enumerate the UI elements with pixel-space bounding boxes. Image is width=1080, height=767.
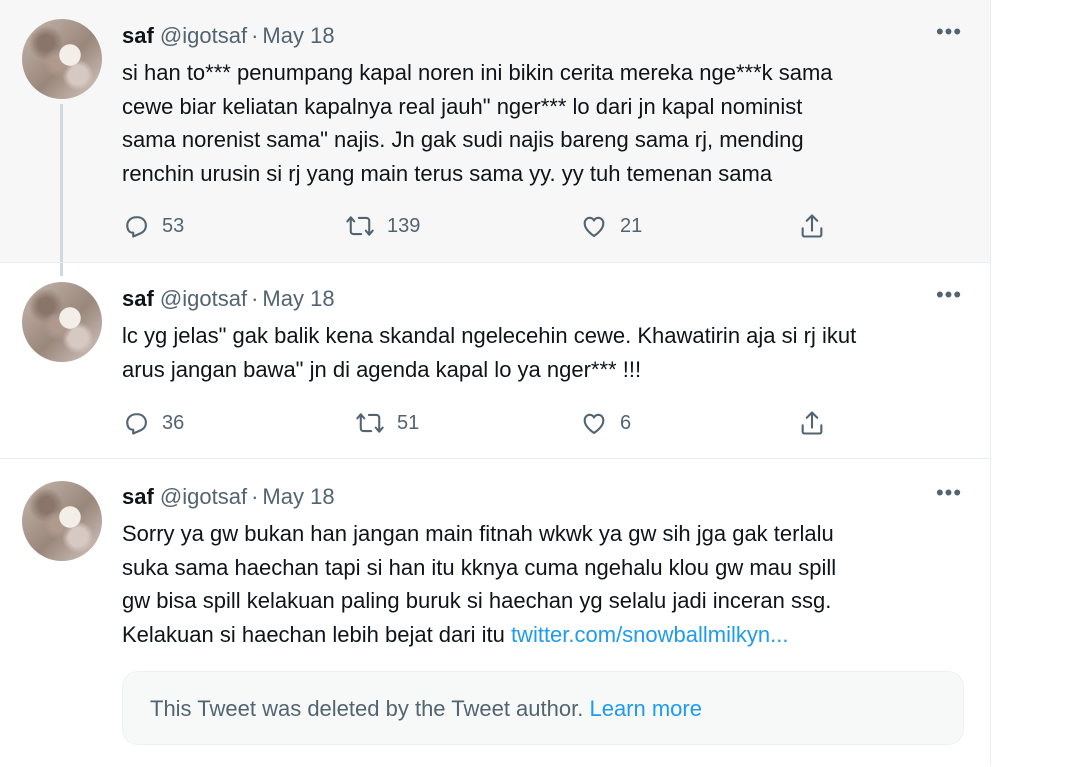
separator: · bbox=[251, 286, 259, 311]
display-name[interactable]: saf bbox=[122, 286, 154, 311]
like-icon bbox=[583, 413, 605, 434]
separator: · bbox=[251, 484, 259, 509]
tweet-text-last-line: Kelakuan si haechan lebih bejat dari itu bbox=[122, 621, 511, 647]
separator: · bbox=[251, 23, 259, 48]
retweet-count: 51 bbox=[397, 411, 420, 434]
deleted-quote-tweet-notice: This Tweet was deleted by the Tweet auth… bbox=[122, 671, 964, 745]
share-icon bbox=[801, 214, 823, 238]
tweet-link[interactable]: twitter.com/snowballmilkyn... bbox=[511, 622, 789, 647]
tweet-text-line: lc yg jelas" gak balik kena skandal ngel… bbox=[122, 323, 857, 348]
tweet-header: saf @igotsaf · May 18 bbox=[122, 285, 335, 313]
tweet-text: Sorry ya gw bukan han jangan main fitnah… bbox=[122, 517, 972, 651]
more-icon[interactable]: ••• bbox=[930, 482, 968, 511]
tweet-text: si han to*** penumpang kapal noren ini b… bbox=[122, 56, 972, 190]
tweet-text: lc yg jelas" gak balik kena skandal ngel… bbox=[122, 319, 972, 386]
display-name[interactable]: saf bbox=[122, 23, 154, 48]
tweet-text-line: sama norenist sama" najis. Jn gak sudi n… bbox=[122, 127, 804, 152]
share-icon bbox=[801, 411, 823, 435]
tweet-header: saf @igotsaf · May 18 bbox=[122, 22, 335, 50]
user-handle[interactable]: @igotsaf bbox=[160, 23, 247, 48]
feed-border bbox=[990, 0, 991, 766]
retweet-count: 139 bbox=[387, 214, 421, 237]
retweet-icon bbox=[356, 413, 384, 433]
tweet-header: saf @igotsaf · May 18 bbox=[122, 483, 335, 511]
reply-icon bbox=[126, 413, 147, 435]
tweet-date[interactable]: May 18 bbox=[262, 484, 334, 509]
tweet-text-line: cewe biar keliatan kapalnya real jauh" n… bbox=[122, 93, 803, 119]
tweet[interactable]: saf @igotsaf · May 18 ••• si han to*** pen… bbox=[0, 0, 990, 262]
reply-icon bbox=[126, 216, 147, 238]
tweet-text-line: arus jangan bawa" jn di agenda kapal lo … bbox=[122, 356, 642, 382]
display-name[interactable]: saf bbox=[122, 484, 154, 509]
more-icon[interactable]: ••• bbox=[930, 21, 968, 50]
tweet[interactable]: saf @igotsaf · May 18 ••• lc yg jelas" gak… bbox=[0, 262, 990, 459]
tweet-text-line: Sorry ya gw bukan han jangan main fitnah… bbox=[122, 521, 834, 546]
user-handle[interactable]: @igotsaf bbox=[160, 286, 247, 311]
like-icon bbox=[583, 216, 605, 237]
retweet-button[interactable]: 139 bbox=[345, 210, 420, 242]
deleted-notice-text: This Tweet was deleted by the Tweet auth… bbox=[150, 696, 584, 721]
like-button[interactable]: 6 bbox=[580, 407, 631, 439]
reply-button[interactable]: 36 bbox=[122, 407, 184, 439]
user-handle[interactable]: @igotsaf bbox=[160, 484, 247, 509]
tweet-text-line: gw bisa spill kelakuan paling buruk si h… bbox=[122, 588, 832, 613]
share-button[interactable] bbox=[798, 210, 826, 242]
tweet[interactable]: saf @igotsaf · May 18 ••• Sorry ya gw buka… bbox=[0, 458, 990, 767]
share-button[interactable] bbox=[798, 407, 826, 439]
like-count: 21 bbox=[620, 214, 643, 237]
tweet-actions: 36 51 6 bbox=[122, 407, 972, 439]
tweet-date[interactable]: May 18 bbox=[262, 286, 334, 311]
tweet-feed: saf @igotsaf · May 18 ••• si han to*** pen… bbox=[0, 0, 992, 766]
tweet-text-line: suka sama haechan tapi si han itu kknya … bbox=[122, 554, 837, 580]
tweet-text-line: si han to*** penumpang kapal noren ini b… bbox=[122, 60, 833, 85]
more-icon[interactable]: ••• bbox=[930, 284, 968, 313]
avatar[interactable] bbox=[22, 19, 102, 99]
thread-connector-line bbox=[60, 104, 63, 276]
tweet-date[interactable]: May 18 bbox=[262, 23, 334, 48]
tweet-text-line: Kelakuan si haechan lebih bejat dari itu… bbox=[122, 618, 972, 652]
reply-count: 36 bbox=[162, 411, 185, 434]
reply-button[interactable]: 53 bbox=[122, 210, 184, 242]
tweet-actions: 53 139 21 bbox=[122, 210, 972, 242]
reply-count: 53 bbox=[162, 214, 185, 237]
learn-more-link[interactable]: Learn more bbox=[589, 696, 702, 721]
retweet-icon bbox=[346, 216, 374, 236]
tweet-text-line: renchin urusin si rj yang main terus sam… bbox=[122, 160, 773, 186]
like-count: 6 bbox=[620, 411, 632, 434]
avatar[interactable] bbox=[22, 481, 102, 561]
like-button[interactable]: 21 bbox=[580, 210, 642, 242]
avatar[interactable] bbox=[22, 282, 102, 362]
retweet-button[interactable]: 51 bbox=[355, 407, 419, 439]
